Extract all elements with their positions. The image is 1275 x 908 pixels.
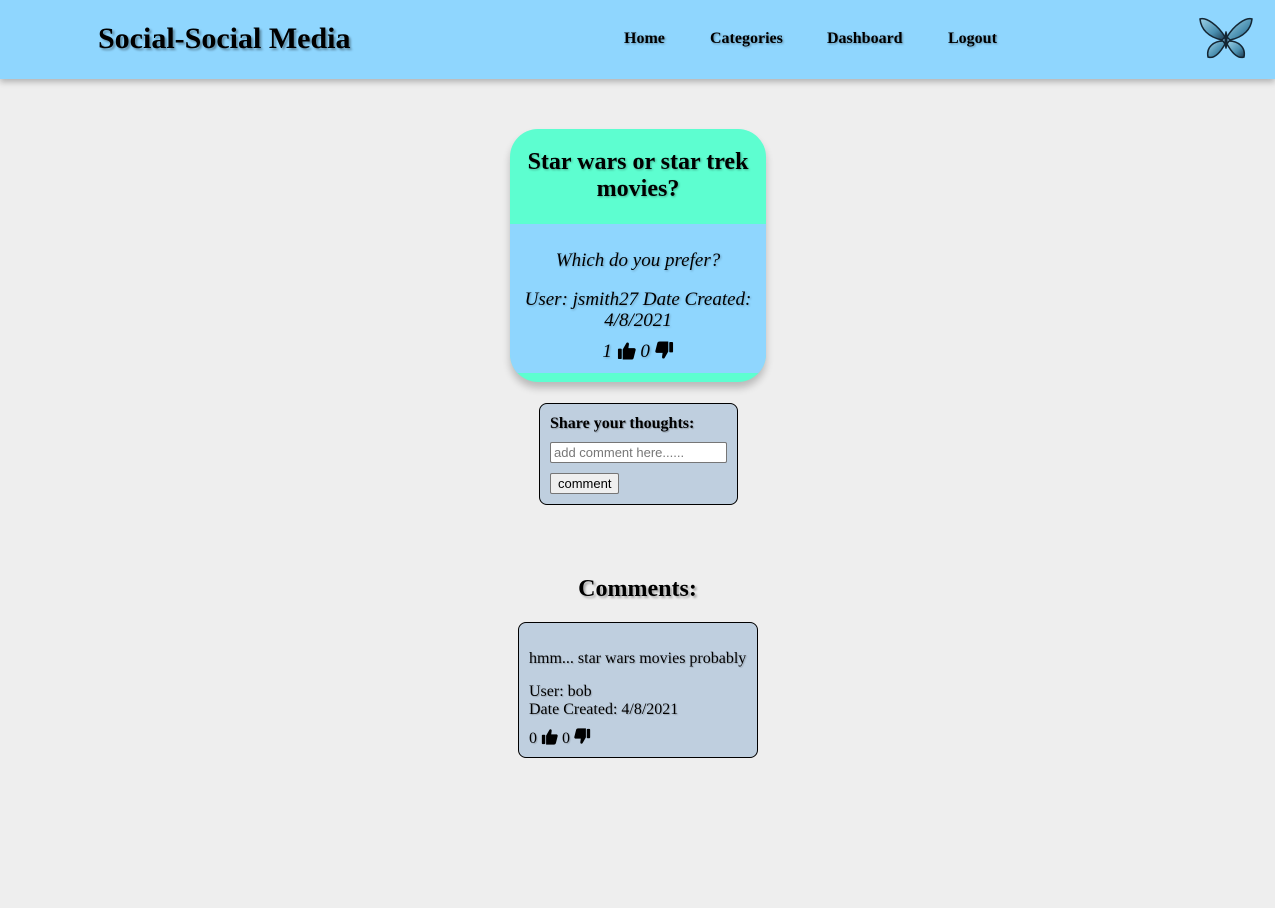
comment-input[interactable]	[550, 442, 727, 463]
post-body: Which do you prefer? User: jsmith27 Date…	[510, 224, 766, 373]
comment-form: Share your thoughts: comment	[539, 403, 738, 505]
thumbs-up-icon[interactable]	[617, 341, 636, 360]
butterfly-icon	[1199, 17, 1253, 59]
comment-form-label: Share your thoughts:	[550, 415, 695, 432]
comment-like-count: 0	[529, 730, 537, 747]
comment-date: Date Created: 4/8/2021	[529, 701, 679, 718]
brand-title[interactable]: Social-Social Media	[98, 20, 350, 58]
post-title: Star wars or star trek movies?	[527, 149, 749, 202]
nav-dashboard[interactable]: Dashboard	[827, 29, 903, 49]
comment-votes: 0 0	[529, 728, 591, 749]
post-question: Which do you prefer?	[555, 250, 721, 271]
thumbs-down-icon[interactable]	[574, 728, 591, 745]
post-votes: 1 0	[510, 341, 766, 363]
comment-submit-button[interactable]: comment	[550, 473, 620, 494]
post-card: Star wars or star trek movies? Which do …	[510, 129, 766, 382]
comment-card: hmm... star wars movies probably User: b…	[518, 622, 758, 758]
comments-heading: Comments:	[578, 576, 697, 602]
comment-dislike-count: 0	[562, 730, 570, 747]
comment-text: hmm... star wars movies probably	[529, 650, 747, 667]
nav-home[interactable]: Home	[624, 29, 665, 49]
post-dislike-count: 0	[640, 341, 650, 362]
thumbs-down-icon[interactable]	[654, 341, 674, 360]
post-author-line: User: jsmith27 Date Created:	[524, 289, 752, 310]
post-meta: User: jsmith27 Date Created: 4/8/2021	[510, 289, 766, 331]
navbar: Social-Social Media Home Categories Dash…	[0, 0, 1275, 79]
nav-logout[interactable]: Logout	[948, 29, 997, 49]
nav-categories[interactable]: Categories	[710, 29, 783, 49]
post-date: 4/8/2021	[604, 310, 672, 331]
comment-user: User: bob	[529, 683, 592, 700]
post-like-count: 1	[602, 341, 612, 362]
thumbs-up-icon[interactable]	[541, 728, 558, 745]
